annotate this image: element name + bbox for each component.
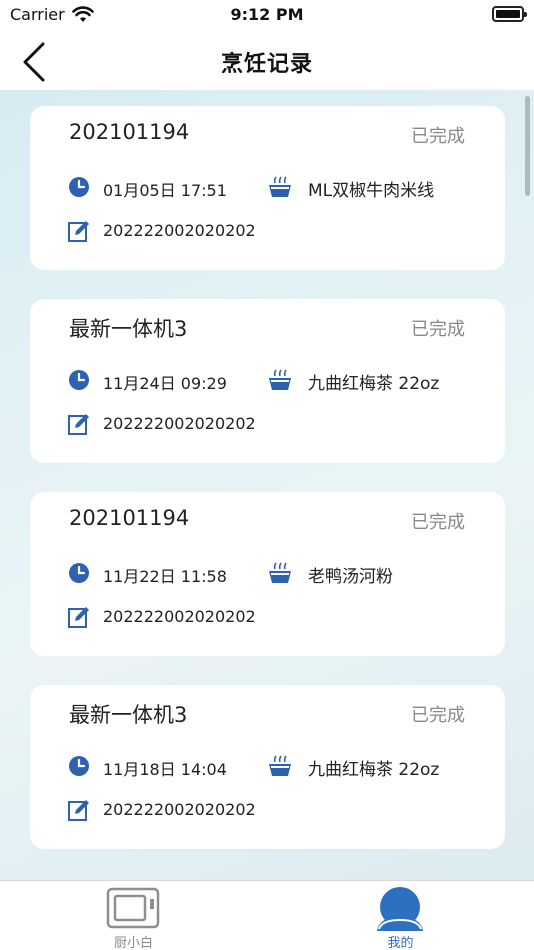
clock-time: 9:12 PM [230,5,304,24]
record-recipe: 老鸭汤河粉 [308,567,393,587]
record-recipe: 九曲红梅茶 22oz [308,374,440,394]
record-code: 202222002020202 [103,414,256,433]
battery-icon [492,6,527,22]
record-title: 202101194 [69,120,190,144]
cooking-pot-icon [269,369,291,390]
clock-icon [69,563,89,583]
record-card[interactable]: 202101194 已完成 11月22日 11:58 老鸭汤河粉 2022220… [30,492,505,656]
navigation-bar: 烹饪记录 [0,32,534,90]
record-status: 已完成 [411,512,465,533]
clock-icon [69,756,89,776]
cooking-pot-icon [269,562,291,583]
record-title: 最新一体机3 [69,703,188,727]
tab-label-chuxiaobai: 厨小白 [113,936,153,950]
page-title: 烹饪记录 [220,52,313,77]
tab-chuxiaobai[interactable]: 厨小白 [0,881,267,950]
profile-icon [377,887,423,931]
record-card[interactable]: 最新一体机3 已完成 11月18日 14:04 九曲红梅茶 22oz 20222… [30,685,505,849]
record-code: 202222002020202 [103,607,256,626]
record-code: 202222002020202 [103,800,256,819]
scrollbar[interactable] [525,96,530,196]
edit-icon [68,221,89,242]
record-time: 11月24日 09:29 [103,374,227,393]
status-bar: Carrier 9:12 PM [0,0,534,32]
clock-icon [69,177,89,197]
tab-mine[interactable]: 我的 [267,881,534,950]
edit-icon [68,607,89,628]
record-status: 已完成 [411,126,465,147]
record-time: 11月18日 14:04 [103,760,227,779]
record-card[interactable]: 202101194 已完成 01月05日 17:51 ML双椒牛肉米线 2022… [30,106,505,270]
cooking-pot-icon [269,176,291,197]
record-recipe: ML双椒牛肉米线 [308,181,435,201]
record-time: 01月05日 17:51 [103,181,227,200]
records-list[interactable]: 202101194 已完成 01月05日 17:51 ML双椒牛肉米线 2022… [0,90,534,880]
edit-icon [68,800,89,821]
tab-label-mine: 我的 [387,936,414,950]
record-card[interactable]: 最新一体机3 已完成 11月24日 09:29 九曲红梅茶 22oz 20222… [30,299,505,463]
edit-icon [68,414,89,435]
tab-bar: 厨小白 我的 [0,880,534,950]
record-code: 202222002020202 [103,221,256,240]
device-icon [106,887,160,929]
record-status: 已完成 [411,705,465,726]
record-title: 202101194 [69,506,190,530]
record-title: 最新一体机3 [69,317,188,341]
cooking-pot-icon [269,755,291,776]
clock-icon [69,370,89,390]
record-time: 11月22日 11:58 [103,567,227,586]
record-status: 已完成 [411,319,465,340]
record-recipe: 九曲红梅茶 22oz [308,760,440,780]
